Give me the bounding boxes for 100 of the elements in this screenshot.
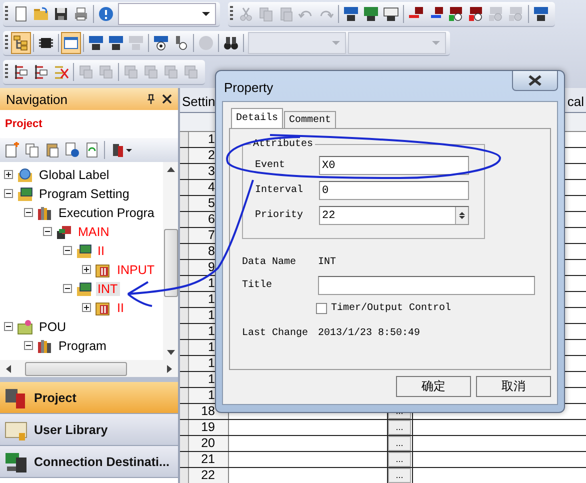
input-field[interactable]: X0 bbox=[319, 156, 469, 175]
program-icon bbox=[56, 224, 72, 240]
toolbar-grip[interactable] bbox=[230, 6, 233, 22]
help-icon bbox=[98, 6, 114, 22]
copy-icon bbox=[24, 142, 40, 158]
row-number: 2 bbox=[207, 148, 216, 163]
tab[interactable]: Details bbox=[231, 108, 284, 128]
expander-icon[interactable] bbox=[62, 246, 72, 255]
row-number: 1 bbox=[207, 324, 216, 339]
scroll-down-icon[interactable] bbox=[166, 350, 174, 355]
tool-icon bbox=[111, 142, 133, 158]
tree-item[interactable]: Program bbox=[56, 338, 108, 352]
browse-button[interactable]: ... bbox=[388, 420, 411, 435]
expander-icon[interactable] bbox=[62, 284, 72, 293]
spin-up-icon[interactable] bbox=[459, 212, 465, 215]
clipboard-icon bbox=[278, 6, 294, 22]
toolbar-grip[interactable] bbox=[5, 64, 8, 80]
device-icon bbox=[128, 35, 144, 51]
tree-item[interactable]: II bbox=[96, 244, 106, 258]
spin-down-icon[interactable] bbox=[459, 216, 465, 219]
info-icon bbox=[64, 142, 80, 158]
file-icon bbox=[95, 262, 111, 278]
tool-icon bbox=[163, 64, 179, 80]
expander-icon[interactable] bbox=[43, 227, 52, 236]
document-tab[interactable]: Settin bbox=[180, 94, 218, 112]
toolbar-grip[interactable] bbox=[5, 6, 8, 22]
tree-item[interactable]: POU bbox=[37, 320, 68, 334]
tree-item[interactable]: MAIN bbox=[76, 224, 112, 238]
expander-icon[interactable] bbox=[82, 265, 91, 274]
scroll-thumb[interactable] bbox=[164, 229, 178, 297]
dialog-button[interactable]: 取消 bbox=[476, 376, 551, 397]
expander-icon[interactable] bbox=[4, 189, 13, 198]
tree-item[interactable]: Global Label bbox=[37, 168, 112, 182]
help-icon bbox=[198, 35, 214, 51]
toolbar-grip[interactable] bbox=[5, 35, 8, 51]
browse-button[interactable]: ... bbox=[388, 436, 411, 451]
books-icon bbox=[36, 204, 52, 220]
expander-icon[interactable] bbox=[4, 322, 13, 331]
dialog-button[interactable]: 确定 bbox=[396, 376, 471, 397]
row-number: 8 bbox=[207, 244, 216, 259]
monitor-icon bbox=[17, 186, 33, 202]
input-field[interactable]: 22 bbox=[319, 206, 469, 225]
dropdown-field[interactable] bbox=[118, 3, 216, 25]
row-number: 19 bbox=[200, 420, 216, 435]
row-number: 5 bbox=[207, 196, 216, 211]
field-label: Event bbox=[255, 160, 286, 171]
magnifier-icon bbox=[448, 6, 464, 22]
field-value: 2013/1/23 8:50:49 bbox=[318, 328, 420, 339]
scroll-up-icon[interactable] bbox=[166, 167, 174, 172]
monitor-icon bbox=[76, 280, 92, 296]
row-number: 3 bbox=[207, 164, 216, 179]
chip-icon bbox=[38, 35, 54, 51]
delete-icon bbox=[53, 64, 69, 80]
tree-item[interactable]: Execution Progra bbox=[56, 206, 156, 220]
panel-button[interactable]: User Library bbox=[0, 414, 178, 446]
refresh-icon bbox=[84, 142, 100, 158]
close-icon[interactable] bbox=[162, 94, 172, 104]
row-number: 21 bbox=[200, 452, 216, 467]
row-number: 1 bbox=[207, 340, 216, 355]
input-field[interactable]: 0 bbox=[319, 181, 469, 200]
ladder-icon bbox=[13, 64, 29, 80]
device-icon bbox=[343, 6, 359, 22]
device-icon bbox=[383, 6, 399, 22]
tree-icon bbox=[13, 35, 29, 51]
scroll-thumb[interactable] bbox=[25, 362, 127, 376]
row-number: 22 bbox=[200, 468, 216, 483]
row-number: 7 bbox=[207, 228, 216, 243]
expander-icon[interactable] bbox=[4, 170, 13, 179]
tree-item[interactable]: II bbox=[115, 300, 126, 314]
tree-item[interactable]: INPUT bbox=[115, 262, 156, 276]
scroll-left-icon[interactable] bbox=[6, 364, 11, 372]
magnifier-icon bbox=[488, 6, 504, 22]
row-number: 1 bbox=[207, 308, 216, 323]
checkbox[interactable]: Timer/Output Control bbox=[316, 303, 538, 314]
document-tab[interactable]: cal bbox=[565, 94, 586, 112]
browse-button[interactable]: ... bbox=[388, 452, 411, 467]
folder-icon bbox=[17, 318, 33, 334]
panel-button[interactable]: Connection Destinati... bbox=[0, 446, 178, 478]
binoculars-icon bbox=[223, 35, 239, 51]
tree-item[interactable]: Program Setting bbox=[37, 186, 132, 200]
scrollbar[interactable] bbox=[0, 360, 178, 377]
caret-icon bbox=[432, 41, 440, 45]
dialog-title: Property bbox=[224, 80, 274, 95]
scrollbar[interactable] bbox=[163, 162, 178, 360]
title-field[interactable] bbox=[318, 276, 535, 295]
tab[interactable]: Comment bbox=[284, 111, 336, 128]
expander-icon[interactable] bbox=[82, 303, 91, 312]
expander-icon[interactable] bbox=[24, 341, 32, 350]
close-button[interactable] bbox=[512, 71, 558, 91]
pin-icon[interactable] bbox=[146, 94, 156, 104]
scroll-right-icon[interactable] bbox=[167, 364, 172, 372]
row-number: 18 bbox=[200, 404, 216, 419]
expander-icon[interactable] bbox=[24, 208, 32, 217]
row-number: 6 bbox=[207, 212, 216, 227]
close-icon bbox=[528, 75, 542, 86]
panel-button[interactable]: Project bbox=[0, 382, 178, 414]
browse-button[interactable]: ... bbox=[388, 468, 411, 483]
row-number: 4 bbox=[207, 180, 216, 195]
pane-title: Navigation bbox=[6, 92, 68, 106]
row-number: 1 bbox=[207, 292, 216, 307]
